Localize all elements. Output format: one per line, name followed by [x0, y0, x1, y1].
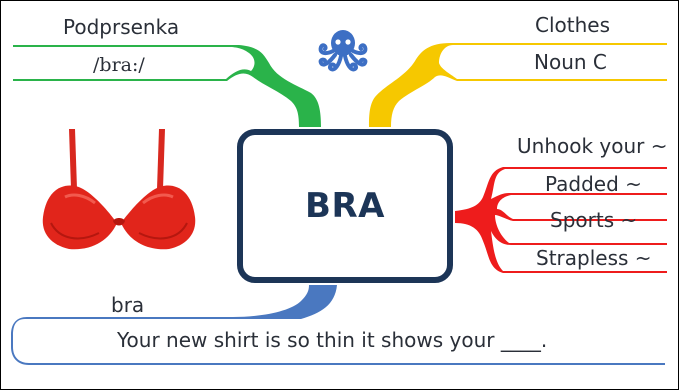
- example-sentence: Your new shirt is so thin it shows your …: [117, 328, 548, 352]
- blue-branch: [11, 285, 665, 365]
- collocation-item: Sports ~: [550, 208, 638, 232]
- translation-label: Podprsenka: [63, 15, 180, 39]
- grammar-label: Noun C: [534, 50, 607, 74]
- collocation-item: Strapless ~: [536, 246, 652, 270]
- bra-illustration: [42, 129, 196, 250]
- pronunciation-label: /bra:/: [93, 54, 145, 76]
- collocation-item: Unhook your ~: [517, 134, 668, 158]
- collocation-item: Padded ~: [545, 172, 642, 196]
- yellow-branch: [369, 43, 667, 127]
- center-word-box: BRA: [237, 129, 453, 283]
- octopus-icon: [318, 30, 368, 72]
- category-label: Clothes: [535, 13, 610, 37]
- green-branch: [13, 45, 321, 127]
- bottom-word-label: bra: [111, 293, 145, 317]
- mind-map-card: BRA Podprsenka /bra:/ Clothes Noun C Unh…: [0, 0, 679, 390]
- center-word: BRA: [305, 186, 385, 226]
